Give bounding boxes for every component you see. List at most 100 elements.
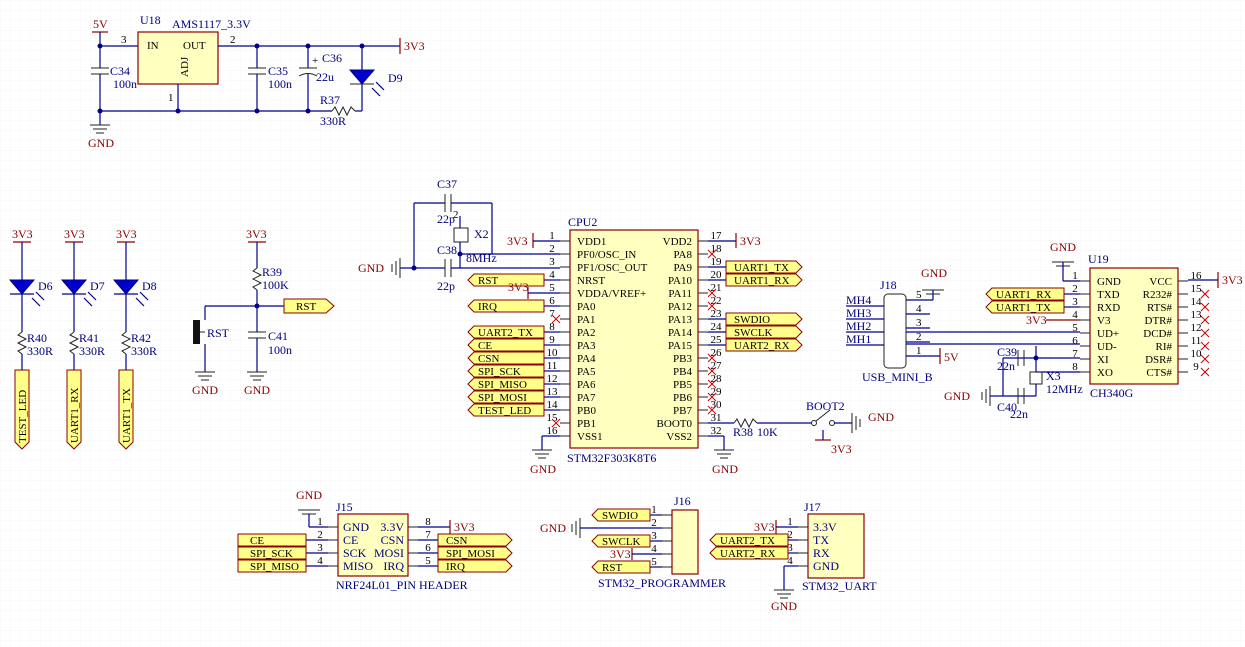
net-label: IRQ — [478, 301, 497, 313]
cpu-pin-name: PA10 — [668, 275, 693, 287]
ch340-pin-name: DSR# — [1145, 354, 1172, 366]
cpu-pin-number: 2 — [549, 243, 555, 255]
cpu-pin-name: PF1/OSC_OUT — [577, 262, 648, 274]
svg-text:8MHz: 8MHz — [466, 251, 497, 265]
cpu-pin-name: VSS1 — [577, 431, 603, 443]
cpu-pin-name: PA14 — [668, 327, 693, 339]
led-net-label: UART1_TX — [121, 388, 133, 443]
uart-3v3-label: 3V3 — [754, 520, 775, 534]
cpu-pin-name: VDD2 — [663, 236, 692, 248]
nrf-3v3-label: 3V3 — [454, 520, 475, 534]
cpu-pin-name: PA1 — [577, 314, 596, 326]
cpu-pin-number: 4 — [549, 269, 555, 281]
svg-text:GND: GND — [944, 389, 970, 403]
cpu-pin-name: PA15 — [668, 340, 693, 352]
net-label: SPI_MISO — [478, 379, 527, 391]
ch340-pin-name: UD+ — [1097, 328, 1119, 340]
nrf-pin-number: 5 — [425, 555, 431, 567]
svg-text:100K: 100K — [262, 278, 289, 292]
ch340-pin-name: R232# — [1143, 289, 1173, 301]
svg-text:D9: D9 — [388, 71, 403, 85]
led-ref: D8 — [142, 279, 157, 293]
cpu-pin-name: PA13 — [668, 314, 693, 326]
ch340-pin-number: 4 — [1072, 309, 1078, 321]
net-label: RST — [478, 275, 498, 287]
svg-text:J17: J17 — [804, 500, 821, 514]
ch340-pin-number: 15 — [1191, 283, 1203, 295]
svg-text:J15: J15 — [336, 500, 353, 514]
svg-text:2: 2 — [230, 34, 236, 46]
net-label: UART1_RX — [734, 275, 790, 287]
uart-pin-name: 3.3V — [813, 520, 837, 534]
usb-mount-hole: MH2 — [846, 319, 871, 333]
cpu-pin-name: PA0 — [577, 301, 596, 313]
schematic-canvas: 5V 3 U18 AMS1117_3.3V IN OUT ADJ 2 1 C34… — [0, 0, 1245, 647]
net-label: CSN — [446, 535, 467, 547]
ch340-pin-name: VCC — [1149, 276, 1172, 288]
cpu-pin-number: 32 — [711, 425, 722, 437]
svg-text:22u: 22u — [316, 70, 334, 84]
cpu-pin-name: VDDA/VREF+ — [577, 288, 646, 300]
net-label: IRQ — [446, 561, 465, 573]
svg-text:X2: X2 — [474, 227, 489, 241]
cpu-vdda-label: 3V3 — [508, 280, 529, 294]
nrf-pin-name: SCK — [343, 546, 367, 560]
cpu-part: STM32F303K8T6 — [567, 451, 656, 465]
ch340-pin-number: 11 — [1191, 335, 1202, 347]
cpu-pin-number: 17 — [711, 230, 723, 242]
ch340-pin-number: 5 — [1072, 322, 1078, 334]
nrf-net-flag — [237, 533, 307, 547]
cpu-pin-number: 14 — [547, 399, 559, 411]
resistor-value: 330R — [27, 344, 53, 358]
nrf-pin-number: 2 — [317, 529, 323, 541]
cpu-pin-name: PA6 — [577, 379, 596, 391]
ch340-pin-name: CTS# — [1146, 367, 1172, 379]
usb-pin-number: 4 — [916, 303, 922, 315]
svg-text:GND: GND — [358, 261, 384, 275]
svg-text:NRF24L01_PIN HEADER: NRF24L01_PIN HEADER — [336, 578, 468, 592]
cpu-pin-number: 3 — [549, 256, 555, 268]
net-label: UART1_TX — [996, 302, 1051, 314]
ch340-pin-number: 14 — [1191, 296, 1203, 308]
svg-text:C41: C41 — [268, 329, 288, 343]
svg-text:R38: R38 — [733, 425, 753, 439]
svg-text:3V3: 3V3 — [246, 227, 267, 241]
resistor-value: 330R — [79, 344, 105, 358]
cpu-pin-number: 31 — [711, 412, 722, 424]
svg-text:330R: 330R — [320, 114, 346, 128]
prog-pin-number: 4 — [651, 543, 657, 555]
svg-text:GND: GND — [921, 266, 947, 280]
cpu-pin-name: VSS2 — [666, 431, 692, 443]
cpu-pin-name: PB0 — [577, 405, 596, 417]
cpu-pin-name: PA9 — [673, 262, 692, 274]
label-5v: 5V — [93, 17, 108, 31]
prog-body[interactable] — [671, 509, 699, 575]
reset-button[interactable] — [193, 320, 200, 344]
resistor-ref: R41 — [79, 331, 99, 345]
nrf-net-label: SPI_SCK — [250, 548, 293, 560]
regulator-ref: U18 — [140, 13, 161, 27]
resistor-value: 330R — [131, 344, 157, 358]
nrf-pin-number: 4 — [317, 555, 323, 567]
nrf-pin-number: 3 — [317, 542, 323, 554]
svg-text:STM32_UART: STM32_UART — [802, 579, 877, 593]
cpu-pin-name: PB4 — [673, 366, 692, 378]
regulator-part: AMS1117_3.3V — [172, 17, 251, 31]
ch340-pin-number: 3 — [1072, 296, 1078, 308]
nrf-pin-name: CE — [343, 533, 358, 547]
usb-mount-hole: MH1 — [846, 332, 871, 346]
cpu-pin-name: PB1 — [577, 418, 596, 430]
svg-text:C35: C35 — [268, 64, 288, 78]
nrf-pin-number: 1 — [317, 516, 323, 528]
svg-text:22p: 22p — [437, 279, 455, 293]
svg-text:5V: 5V — [944, 350, 959, 364]
usb-pin-number: 3 — [916, 317, 922, 329]
nrf-pin-name: MISO — [343, 559, 373, 573]
svg-text:J16: J16 — [674, 494, 691, 508]
cpu-pin-name: PA12 — [668, 301, 692, 313]
svg-text:R39: R39 — [262, 265, 282, 279]
ch340-pin-name: UD- — [1097, 341, 1117, 353]
ch340-pin-name: DCD# — [1143, 328, 1172, 340]
led-supply-label: 3V3 — [116, 227, 137, 241]
svg-text:J18: J18 — [880, 278, 897, 292]
